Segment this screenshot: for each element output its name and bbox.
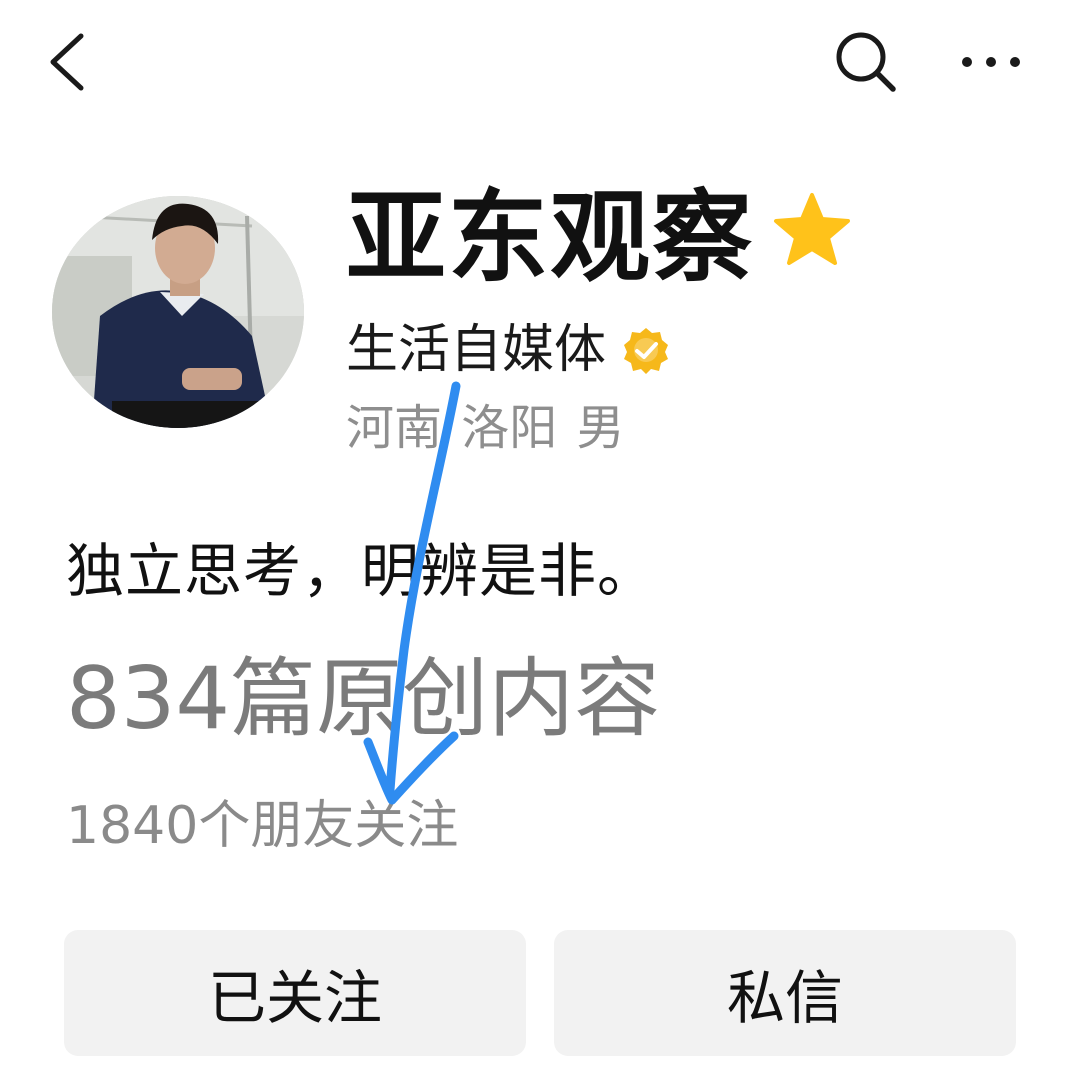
bio: 独立思考，明辨是非。 — [66, 537, 657, 605]
back-button[interactable] — [30, 22, 100, 102]
certification-row: 生活自媒体 — [346, 318, 670, 382]
more-button[interactable] — [946, 22, 1036, 102]
profile-name: 亚东观察 — [346, 179, 754, 296]
more-horizontal-icon — [962, 57, 1020, 67]
avatar[interactable] — [52, 196, 304, 428]
message-button[interactable]: 私信 — [554, 930, 1016, 1056]
original-content-count[interactable]: 834篇原创内容 — [66, 656, 660, 742]
search-icon — [836, 32, 896, 92]
search-button[interactable] — [826, 22, 906, 102]
chevron-left-icon — [50, 33, 84, 91]
verified-badge-icon — [624, 328, 669, 374]
name-row: 亚东观察 — [346, 178, 852, 298]
location-gender: 河南 洛阳 男 — [346, 400, 625, 456]
friends-following-count[interactable]: 1840个朋友关注 — [66, 800, 458, 852]
star-icon — [774, 193, 850, 265]
following-button[interactable]: 已关注 — [64, 930, 526, 1056]
avatar-photo — [52, 196, 304, 428]
profile-page: 亚东观察 生活自媒体 河南 洛阳 男 独立思考，明辨是非。 834篇原创内容 1… — [0, 0, 1080, 1088]
certification-label: 生活自媒体 — [346, 320, 607, 380]
